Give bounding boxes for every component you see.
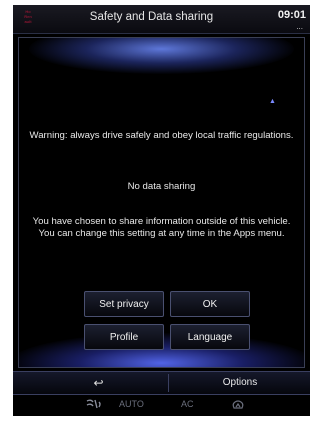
cursor-icon: ▲	[269, 98, 276, 105]
language-button[interactable]: Language	[170, 324, 250, 350]
options-button[interactable]: Options	[170, 372, 310, 394]
brand-logo: Ho Ren ault	[18, 9, 38, 24]
status-bar: Ho Ren ault Safety and Data sharing 09:0…	[13, 5, 310, 34]
page-title: Safety and Data sharing	[89, 11, 214, 23]
top-glow-decoration	[29, 38, 294, 74]
fan-icon[interactable]	[85, 398, 103, 413]
signal-icon: ...	[296, 22, 303, 31]
ok-button[interactable]: OK	[170, 291, 250, 317]
climate-bar: AUTO AC	[13, 396, 310, 416]
back-arrow-icon: ↩	[93, 376, 104, 390]
profile-button[interactable]: Profile	[84, 324, 164, 350]
fan-icon-glyph	[86, 399, 101, 409]
dialog-panel: ▲ Warning: always drive safely and obey …	[18, 37, 305, 368]
auto-climate-button[interactable]: AUTO	[119, 399, 144, 409]
sharing-info-text: You have chosen to share information out…	[32, 216, 291, 239]
set-privacy-button[interactable]: Set privacy	[84, 291, 164, 317]
logo-line: ault	[24, 19, 32, 24]
recirculation-icon-glyph	[232, 400, 244, 409]
warning-text: Warning: always drive safely and obey lo…	[29, 130, 294, 141]
data-sharing-status: No data sharing	[127, 181, 196, 192]
bottom-bar: ↩ Options	[13, 371, 310, 395]
head-unit-screen: Ho Ren ault Safety and Data sharing 09:0…	[13, 5, 310, 416]
back-button[interactable]: ↩	[31, 372, 166, 394]
divider	[168, 374, 169, 392]
recirculation-icon[interactable]	[231, 399, 245, 413]
clock: 09:01	[277, 9, 306, 21]
ac-button[interactable]: AC	[181, 399, 194, 409]
